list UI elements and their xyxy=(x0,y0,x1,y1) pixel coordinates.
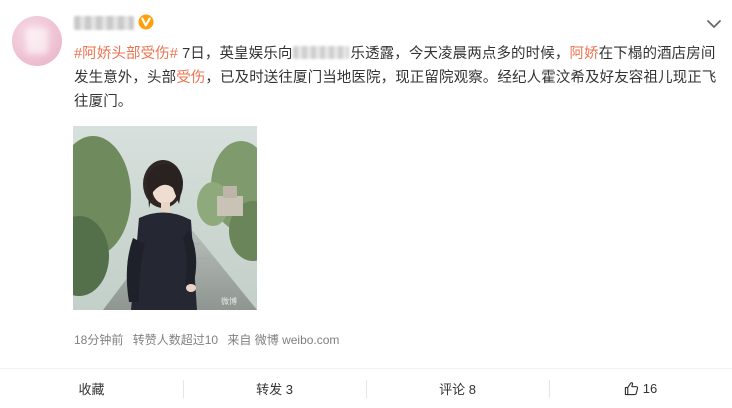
post-time[interactable]: 18分钟前 xyxy=(74,333,123,347)
chevron-down-icon[interactable] xyxy=(706,18,722,30)
keyword-link[interactable]: 阿娇 xyxy=(569,46,598,62)
action-bar: 收藏 转发 3 评论 8 16 xyxy=(0,368,732,408)
collect-button[interactable]: 收藏 xyxy=(0,369,183,408)
verified-badge-icon xyxy=(138,14,154,30)
repost-count-note: 转赞人数超过10 xyxy=(132,333,219,347)
photo-watermark: 微博 xyxy=(221,296,237,306)
like-button[interactable]: 16 xyxy=(549,369,732,408)
avatar[interactable] xyxy=(12,16,62,66)
comment-label: 评论 8 xyxy=(439,382,476,397)
like-count: 16 xyxy=(642,381,658,396)
topic-link[interactable]: #阿娇头部受伤# xyxy=(74,46,178,62)
text-segment: 乐透露，今天凌晨两点多的时候， xyxy=(350,46,570,62)
post-source[interactable]: 来自 微博 weibo.com xyxy=(227,333,339,347)
collect-label: 收藏 xyxy=(78,382,105,397)
redacted-name xyxy=(293,46,350,59)
username-redacted[interactable] xyxy=(74,16,134,30)
keyword-link[interactable]: 受伤 xyxy=(176,70,205,86)
post-text: #阿娇头部受伤# 7日，英皇娱乐向 乐透露，今天凌晨两点多的时候，阿娇在下榻的酒店… xyxy=(74,42,719,114)
photo-illustration: 微博 xyxy=(73,126,257,310)
post-photo[interactable]: 微博 xyxy=(73,126,257,310)
repost-label: 转发 3 xyxy=(256,382,293,397)
thumbs-up-icon xyxy=(624,382,638,396)
comment-button[interactable]: 评论 8 xyxy=(366,369,549,408)
repost-button[interactable]: 转发 3 xyxy=(183,369,366,408)
weibo-post-card: #阿娇头部受伤# 7日，英皇娱乐向 乐透露，今天凌晨两点多的时候，阿娇在下榻的酒店… xyxy=(0,0,732,408)
post-meta: 18分钟前 转赞人数超过10 来自 微博 weibo.com xyxy=(74,331,345,348)
text-segment: 7日，英皇娱乐向 xyxy=(177,46,293,62)
